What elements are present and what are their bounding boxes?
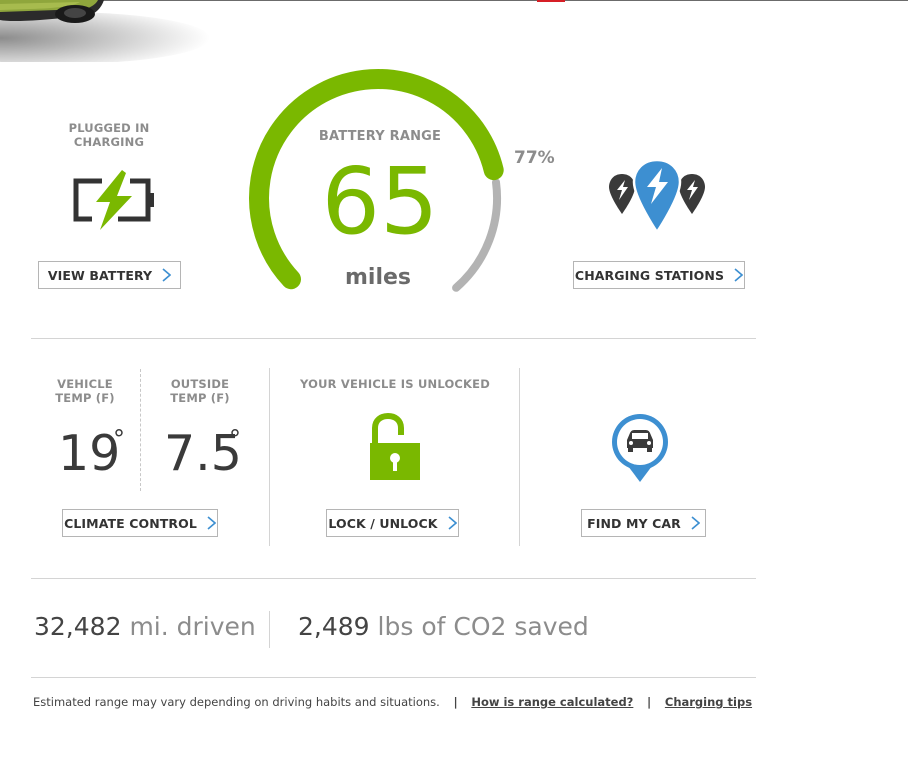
lock-unlock-button[interactable]: LOCK / UNLOCK [326,509,459,537]
find-my-car-button[interactable]: FIND MY CAR [581,509,706,537]
vehicle-temp-label-line1: VEHICLE [57,377,113,391]
chevron-right-icon [207,516,216,530]
battery-range-label: BATTERY RANGE [318,129,442,144]
view-battery-button[interactable]: VIEW BATTERY [38,261,181,289]
charging-stations-button[interactable]: CHARGING STATIONS [573,261,745,289]
lock-status: YOUR VEHICLE IS UNLOCKED [300,377,490,391]
car-location-pin-icon [612,414,668,482]
range-disclaimer: Estimated range may vary depending on dr… [33,695,440,709]
range-gauge-remaining-arc [452,178,502,292]
vehicle-temp-label: VEHICLE TEMP (F) [45,377,125,405]
unlocked-padlock-icon [370,413,420,480]
stats-divider [269,611,270,648]
battery-status: PLUGGED IN CHARGING [59,121,159,149]
section-divider [31,677,756,678]
vehicle-image [0,0,210,62]
view-battery-label: VIEW BATTERY [47,267,153,283]
find-my-car-label: FIND MY CAR [587,515,681,531]
battery-percent: 77% [514,148,555,168]
co2-saved-value: 2,489 [298,612,370,641]
co2-saved-unit: lbs of CO2 saved [377,612,589,641]
climate-control-button[interactable]: CLIMATE CONTROL [62,509,218,537]
section-divider [31,578,756,579]
miles-driven-unit: mi. driven [129,612,256,641]
footer-separator: | [647,695,652,709]
miles-driven-value: 32,482 [34,612,122,641]
chevron-right-icon [691,516,700,530]
battery-status-plugged: PLUGGED IN [68,121,150,135]
chevron-right-icon [734,268,744,282]
vehicle-temp-degree: ° [113,425,125,453]
miles-driven-stat: 32,482 mi. driven [34,612,256,641]
chevron-right-icon [162,268,172,282]
how-is-range-calculated-link[interactable]: How is range calculated? [471,695,633,709]
temp-divider [140,369,141,491]
battery-range-value: 65 [321,148,439,255]
battery-range-unit: miles [344,265,412,290]
outside-temp-label: OUTSIDE TEMP (F) [160,377,240,405]
footer-note-row: Estimated range may vary depending on dr… [33,695,752,709]
outside-temp-label-line2: TEMP (F) [170,391,230,405]
outside-temp-label-line1: OUTSIDE [170,377,230,391]
charging-stations-pins-icon [609,158,705,234]
battery-charging-icon [73,170,154,230]
chevron-right-icon [448,516,457,530]
vehicle-temp-label-line2: TEMP (F) [55,391,115,405]
charging-tips-link[interactable]: Charging tips [665,695,752,709]
charging-stations-label: CHARGING STATIONS [574,267,725,283]
lock-unlock-label: LOCK / UNLOCK [328,515,438,531]
co2-saved-stat: 2,489 lbs of CO2 saved [298,612,589,641]
top-accent-bar [537,0,565,2]
column-divider [519,368,520,546]
climate-control-label: CLIMATE CONTROL [64,515,197,531]
outside-temp-degree: ° [229,425,241,453]
section-divider [31,338,756,339]
battery-status-charging: CHARGING [73,135,145,149]
footer-separator: | [453,695,458,709]
vehicle-temp-value: 19 [58,425,121,482]
column-divider [269,368,270,546]
